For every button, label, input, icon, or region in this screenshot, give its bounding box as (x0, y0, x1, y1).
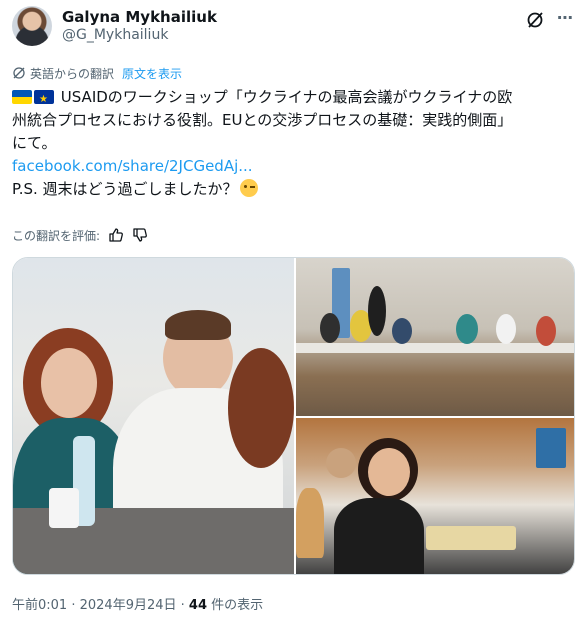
photo-shape (536, 316, 556, 346)
photo-workshop-participant[interactable] (296, 418, 574, 574)
author-name[interactable]: Galyna Mykhailiuk (62, 8, 217, 26)
photo-shape (228, 348, 294, 468)
photo-shape (426, 526, 516, 550)
rate-translation: この翻訳を評価: (12, 225, 148, 245)
tweet-text: USAIDのワークショップ「ウクライナの最高会議がウクライナの欧 州統合プロセス… (12, 86, 575, 201)
photo-shape (296, 488, 324, 558)
meta-separator: · (67, 598, 80, 613)
tweet-ps: P.S. 週末はどう過ごしましたか？ (12, 178, 575, 201)
photo-workshop-room[interactable] (296, 258, 574, 416)
facebook-link[interactable]: facebook.com/share/2JCGedAj... (12, 155, 575, 178)
avatar[interactable] (12, 6, 52, 46)
rate-label: この翻訳を評価: (12, 228, 101, 243)
photo-shape (456, 314, 478, 344)
meta-separator: · (176, 598, 189, 613)
photo-shape (320, 313, 340, 343)
views-count: 44 (188, 598, 208, 613)
author-handle[interactable]: @G_Mykhailiuk (62, 27, 168, 43)
tweet-meta: 午前0:01 · 2024年9月24日 · 44 件の表示 (12, 594, 263, 613)
photo-workshop-closeup[interactable] (13, 258, 294, 574)
translation-info: 英語からの翻訳 原文を表示 (12, 64, 182, 82)
photo-shape (41, 348, 97, 418)
photo-shape (49, 488, 79, 528)
grok-icon[interactable] (525, 10, 545, 30)
tweet-header: Galyna Mykhailiuk @G_Mykhailiuk ⋯ (12, 6, 575, 46)
photo-shape (368, 448, 410, 496)
photo-shape (368, 286, 386, 336)
wink-emoji-icon (239, 179, 258, 197)
translate-icon (13, 67, 25, 79)
media-grid (12, 257, 575, 575)
show-original-link[interactable]: 原文を表示 (122, 65, 182, 82)
thumbs-down-icon[interactable] (132, 227, 148, 243)
photo-shape (392, 318, 412, 344)
tweet-line-1-text: USAIDのワークショップ「ウクライナの最高会議がウクライナの欧 (60, 88, 513, 106)
photo-shape (165, 310, 231, 340)
eu-flag-icon (34, 88, 54, 111)
photo-shape (536, 428, 566, 468)
views-label: 件の表示 (207, 598, 264, 613)
tweet-line-3: にて。 (12, 134, 57, 152)
tweet-line-2: 州統合プロセスにおける役割。EUとの交渉プロセスの基礎：実践的側面」 (12, 111, 513, 129)
photo-shape (326, 448, 356, 478)
photo-shape (334, 498, 424, 574)
ukraine-flag-icon (12, 90, 32, 104)
tweet-line-1: USAIDのワークショップ「ウクライナの最高会議がウクライナの欧 (12, 86, 575, 111)
translation-label: 英語からの翻訳 (30, 66, 115, 81)
photo-shape (496, 314, 516, 344)
more-icon[interactable]: ⋯ (555, 10, 575, 30)
tweet-date[interactable]: 2024年9月24日 (80, 598, 177, 613)
tweet-ps-text: P.S. 週末はどう過ごしましたか？ (12, 180, 238, 198)
photo-shape (296, 343, 574, 353)
tweet-time[interactable]: 午前0:01 (12, 598, 67, 613)
thumbs-up-icon[interactable] (108, 227, 124, 243)
